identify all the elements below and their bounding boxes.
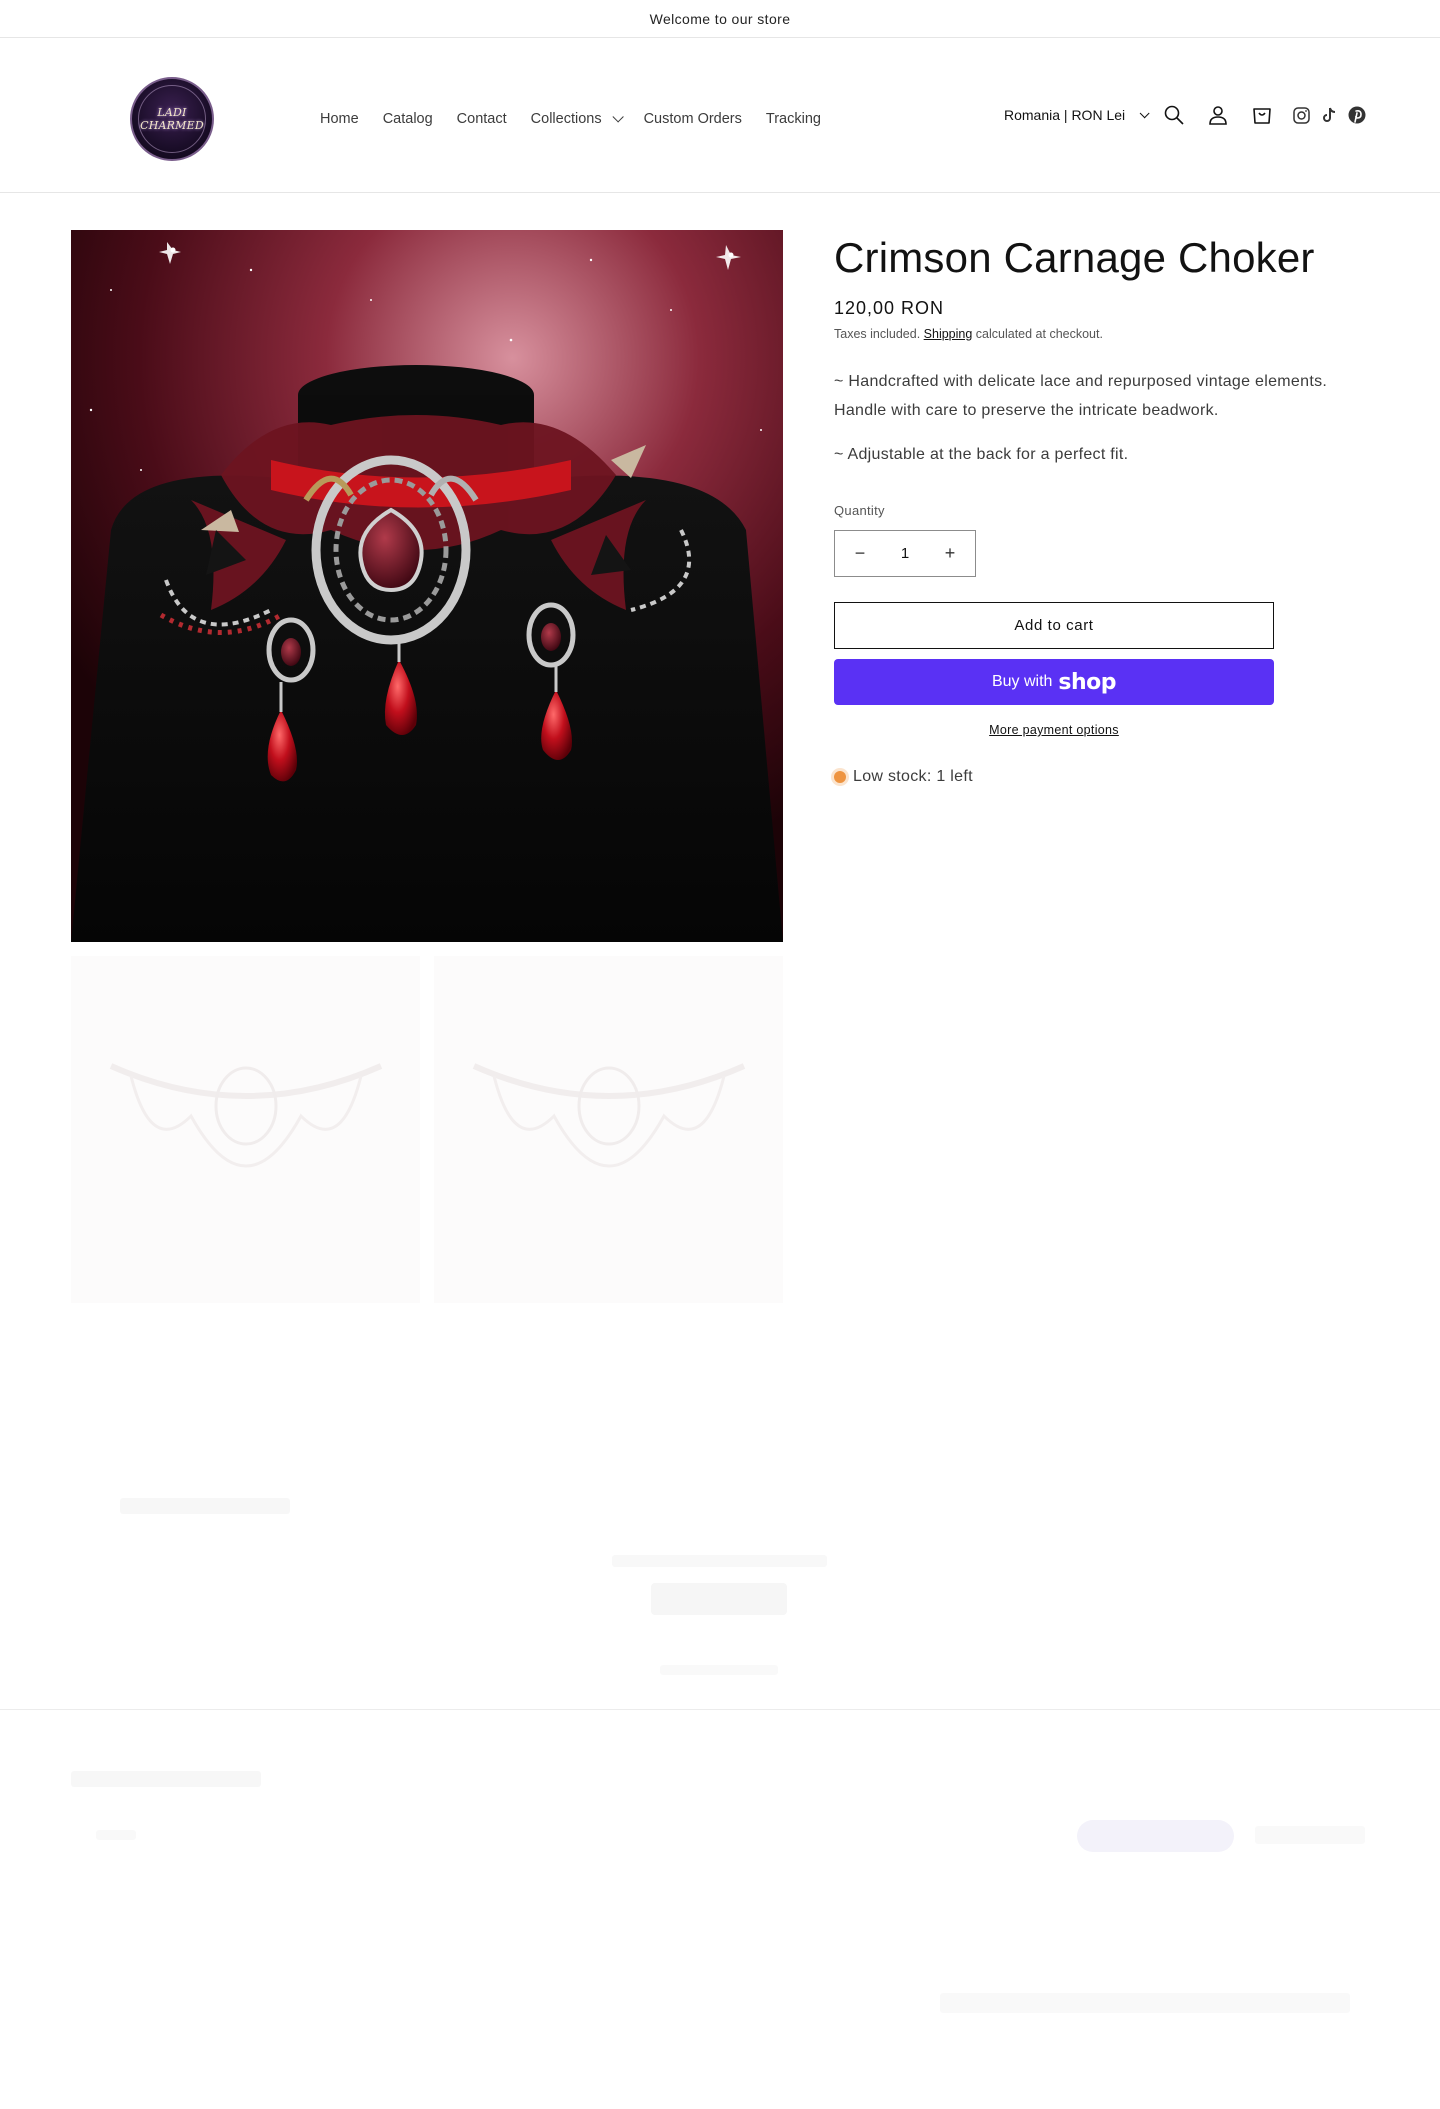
product-title: Crimson Carnage Choker: [834, 234, 1315, 281]
nav-home[interactable]: Home: [308, 106, 371, 132]
product-price: 120,00 RON: [834, 298, 945, 318]
nav-tracking-label: Tracking: [765, 111, 821, 127]
nav-collections[interactable]: Collections: [519, 106, 632, 132]
product-info: Crimson Carnage Choker 120,00 RON Taxes …: [834, 230, 1364, 786]
chevron-down-icon: [612, 111, 624, 123]
description-paragraph: ~ Handcrafted with delicate lace and rep…: [834, 373, 1328, 419]
announcement-bar: Welcome to our store: [0, 0, 1440, 38]
header-utilities: Romania | RON Lei: [1004, 100, 1368, 130]
shipping-link[interactable]: Shipping: [924, 327, 973, 341]
quantity-stepper: − 1 +: [834, 530, 976, 577]
quantity-decrease-button[interactable]: −: [851, 543, 869, 564]
nav-contact-label: Contact: [456, 111, 507, 127]
cart-icon[interactable]: [1248, 101, 1276, 129]
quantity-label: Quantity: [834, 503, 885, 518]
faded-payment-icons: [940, 1993, 1350, 2013]
stock-text: Low stock: 1 left: [853, 768, 973, 785]
stock-indicator-dot: [834, 771, 846, 783]
add-to-cart-button[interactable]: Add to cart: [834, 602, 1274, 649]
nav-catalog[interactable]: Catalog: [371, 106, 445, 132]
product-main-image[interactable]: [71, 230, 783, 942]
nav-custom-orders[interactable]: Custom Orders: [632, 106, 754, 132]
product-thumbnail-2[interactable]: [434, 956, 783, 1303]
stock-status: Low stock: 1 left: [834, 768, 1364, 786]
quantity-increase-button[interactable]: +: [941, 543, 959, 564]
instagram-icon[interactable]: [1290, 104, 1312, 126]
faded-footer-text: [96, 1830, 136, 1840]
pinterest-icon[interactable]: [1346, 104, 1368, 126]
chevron-down-icon: [1139, 107, 1150, 118]
more-payment-options-link[interactable]: More payment options: [834, 723, 1274, 737]
nav-home-label: Home: [320, 111, 359, 127]
faded-footer-button: [1077, 1820, 1234, 1852]
description-paragraph: ~ Adjustable at the back for a perfect f…: [834, 446, 1129, 463]
nav-catalog-label: Catalog: [382, 111, 433, 127]
product-description: ~ Handcrafted with delicate lace and rep…: [834, 367, 1364, 469]
faded-section-heading: [120, 1498, 290, 1514]
country-selector[interactable]: Romania | RON Lei: [1004, 107, 1150, 123]
nav-tracking[interactable]: Tracking: [754, 106, 833, 132]
search-icon[interactable]: [1160, 101, 1188, 129]
faded-center-text: [612, 1555, 827, 1567]
faded-footer-heading: [71, 1771, 261, 1787]
tiktok-icon[interactable]: [1318, 104, 1340, 126]
quantity-value[interactable]: 1: [901, 545, 909, 562]
faded-center-link: [660, 1665, 778, 1675]
faded-footer-icons: [1255, 1826, 1365, 1844]
faded-center-button: [651, 1583, 787, 1615]
tax-prefix: Taxes included.: [834, 327, 921, 341]
add-to-cart-label: Add to cart: [1014, 617, 1094, 634]
tax-suffix: calculated at checkout.: [975, 327, 1103, 341]
nav-custom-orders-label: Custom Orders: [643, 111, 742, 127]
nav-contact[interactable]: Contact: [445, 106, 519, 132]
shop-brand: shop: [1058, 669, 1117, 695]
announcement-text: Welcome to our store: [649, 10, 791, 27]
account-icon[interactable]: [1204, 101, 1232, 129]
product-thumbnail-1[interactable]: [71, 956, 420, 1303]
buy-with-label: Buy with: [991, 673, 1053, 690]
country-label: Romania | RON Lei: [1004, 107, 1126, 123]
store-logo[interactable]: LADI CHARMED: [130, 77, 214, 161]
nav-collections-label: Collections: [530, 111, 602, 127]
buy-with-shop-button[interactable]: Buy with shop: [834, 659, 1274, 705]
site-header: LADI CHARMED Home Catalog Contact Collec…: [0, 38, 1440, 193]
logo-text: LADI CHARMED: [140, 106, 204, 132]
tax-note: Taxes included. Shipping calculated at c…: [834, 327, 1364, 341]
footer-divider: [0, 1709, 1440, 1710]
main-nav: Home Catalog Contact Collections Custom …: [308, 106, 833, 132]
